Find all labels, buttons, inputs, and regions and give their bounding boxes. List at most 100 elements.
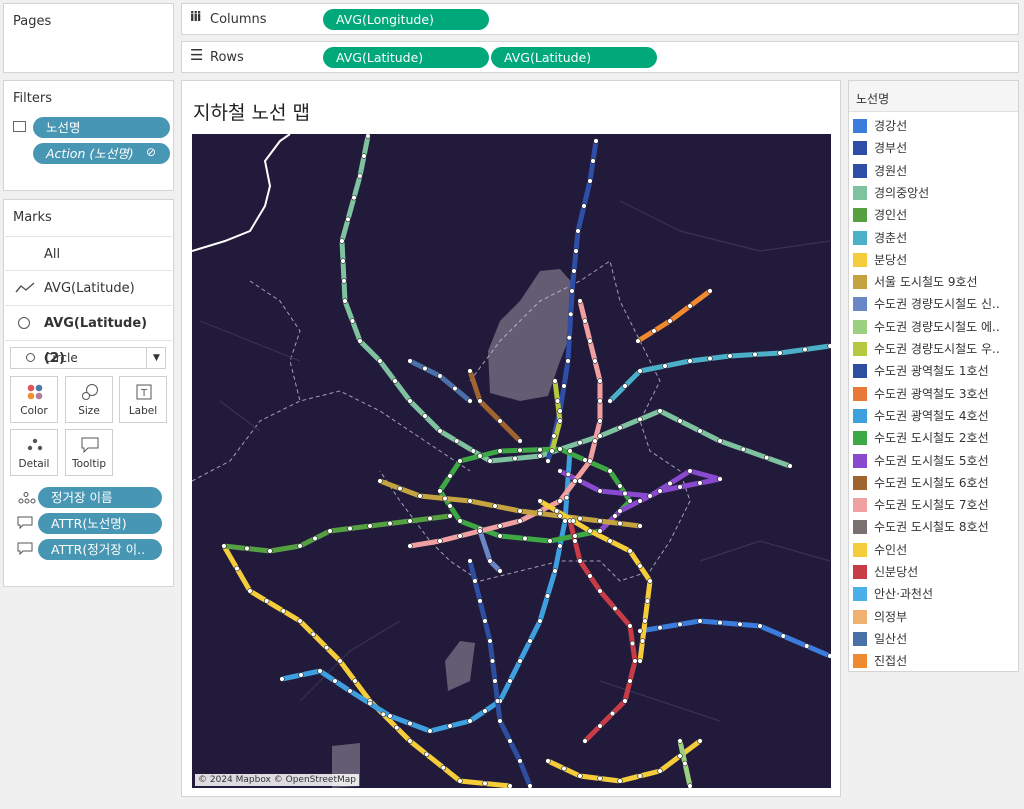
station-dot[interactable] xyxy=(687,468,693,474)
station-dot[interactable] xyxy=(582,738,588,744)
station-dot[interactable] xyxy=(787,463,793,469)
subway-map[interactable] xyxy=(192,134,831,788)
station-dot[interactable] xyxy=(340,258,346,264)
station-dot[interactable] xyxy=(247,588,253,594)
station-dot[interactable] xyxy=(662,363,668,369)
station-dot[interactable] xyxy=(457,778,463,784)
station-dot[interactable] xyxy=(587,528,593,534)
station-dot[interactable] xyxy=(687,783,693,788)
station-dot[interactable] xyxy=(677,418,683,424)
station-dot[interactable] xyxy=(347,525,353,532)
station-dot[interactable] xyxy=(492,678,498,684)
station-dot[interactable] xyxy=(592,358,598,364)
station-dot[interactable] xyxy=(497,718,503,724)
station-dot[interactable] xyxy=(407,398,413,404)
station-dot[interactable] xyxy=(635,338,641,344)
station-dot[interactable] xyxy=(487,458,493,464)
station-dot[interactable] xyxy=(417,493,423,499)
station-dot[interactable] xyxy=(573,248,579,254)
station-dot[interactable] xyxy=(637,658,643,664)
station-dot[interactable] xyxy=(637,773,643,779)
station-dot[interactable] xyxy=(437,428,443,434)
station-dot[interactable] xyxy=(422,365,428,372)
station-dot[interactable] xyxy=(394,724,400,731)
station-dot[interactable] xyxy=(563,495,570,501)
station-dot[interactable] xyxy=(447,473,453,479)
station-dot[interactable] xyxy=(607,538,613,544)
station-dot[interactable] xyxy=(617,520,623,527)
subway-line[interactable] xyxy=(637,618,831,659)
station-dot[interactable] xyxy=(557,513,563,519)
station-dot[interactable] xyxy=(677,484,683,490)
station-dot[interactable] xyxy=(607,398,613,404)
station-dot[interactable] xyxy=(422,413,428,419)
station-dot[interactable] xyxy=(707,355,713,362)
station-dot[interactable] xyxy=(707,288,713,294)
detail-button[interactable]: Detail xyxy=(10,429,58,476)
station-dot[interactable] xyxy=(487,638,493,644)
station-dot[interactable] xyxy=(447,723,453,729)
station-dot[interactable] xyxy=(341,278,347,284)
station-dot[interactable] xyxy=(361,153,367,159)
station-dot[interactable] xyxy=(657,768,663,774)
station-dot[interactable] xyxy=(657,624,663,631)
station-dot[interactable] xyxy=(575,228,581,234)
station-dot[interactable] xyxy=(780,633,786,639)
station-dot[interactable] xyxy=(297,543,303,549)
station-dot[interactable] xyxy=(477,453,483,459)
station-dot[interactable] xyxy=(777,350,783,356)
station-dot[interactable] xyxy=(298,672,304,678)
station-dot[interactable] xyxy=(582,318,588,324)
subway-line[interactable] xyxy=(467,558,533,788)
station-dot[interactable] xyxy=(544,593,551,599)
station-dot[interactable] xyxy=(507,738,513,744)
station-dot[interactable] xyxy=(522,535,528,542)
station-dot[interactable] xyxy=(517,658,523,664)
station-dot[interactable] xyxy=(597,433,603,439)
station-dot[interactable] xyxy=(454,438,460,444)
station-dot[interactable] xyxy=(264,598,270,604)
station-dot[interactable] xyxy=(407,543,413,549)
subway-line[interactable] xyxy=(607,343,831,404)
station-dot[interactable] xyxy=(587,573,593,579)
label-button[interactable]: T Label xyxy=(119,376,167,423)
station-dot[interactable] xyxy=(234,565,240,572)
station-dot[interactable] xyxy=(687,358,693,364)
pages-panel[interactable]: Pages xyxy=(3,3,174,73)
station-dot[interactable] xyxy=(617,778,623,784)
station-dot[interactable] xyxy=(367,523,373,529)
subway-line[interactable] xyxy=(407,358,473,404)
station-dot[interactable] xyxy=(612,605,618,612)
station-dot[interactable] xyxy=(527,783,533,788)
station-dot[interactable] xyxy=(332,678,338,684)
station-dot[interactable] xyxy=(437,488,443,494)
station-dot[interactable] xyxy=(763,455,770,461)
station-dot[interactable] xyxy=(317,668,323,674)
station-dot[interactable] xyxy=(561,383,567,389)
station-dot[interactable] xyxy=(577,478,583,484)
station-dot[interactable] xyxy=(737,621,743,627)
station-dot[interactable] xyxy=(557,408,563,414)
station-dot[interactable] xyxy=(339,238,345,244)
station-dot[interactable] xyxy=(507,783,513,788)
station-dot[interactable] xyxy=(612,513,618,519)
station-dot[interactable] xyxy=(427,728,433,734)
station-dot[interactable] xyxy=(577,515,583,522)
station-dot[interactable] xyxy=(517,447,523,453)
station-dot[interactable] xyxy=(437,538,443,544)
marks-layer-latitude[interactable]: AVG(Latitude) xyxy=(5,271,172,306)
subway-line[interactable] xyxy=(279,448,573,734)
mark-type-dropdown[interactable]: Circle ▼ xyxy=(10,347,166,369)
station-dot[interactable] xyxy=(547,538,553,544)
tooltip-button[interactable]: Tooltip xyxy=(65,429,113,476)
station-dot[interactable] xyxy=(507,678,513,684)
station-dot[interactable] xyxy=(447,513,453,519)
station-dot[interactable] xyxy=(577,298,583,304)
station-dot[interactable] xyxy=(512,455,518,462)
station-dot[interactable] xyxy=(632,658,638,664)
station-dot[interactable] xyxy=(617,483,623,489)
station-dot[interactable] xyxy=(380,711,386,717)
station-dot[interactable] xyxy=(324,644,330,651)
field-pill-station-name[interactable]: 정거장 이름 xyxy=(38,487,162,508)
station-dot[interactable] xyxy=(297,618,303,624)
